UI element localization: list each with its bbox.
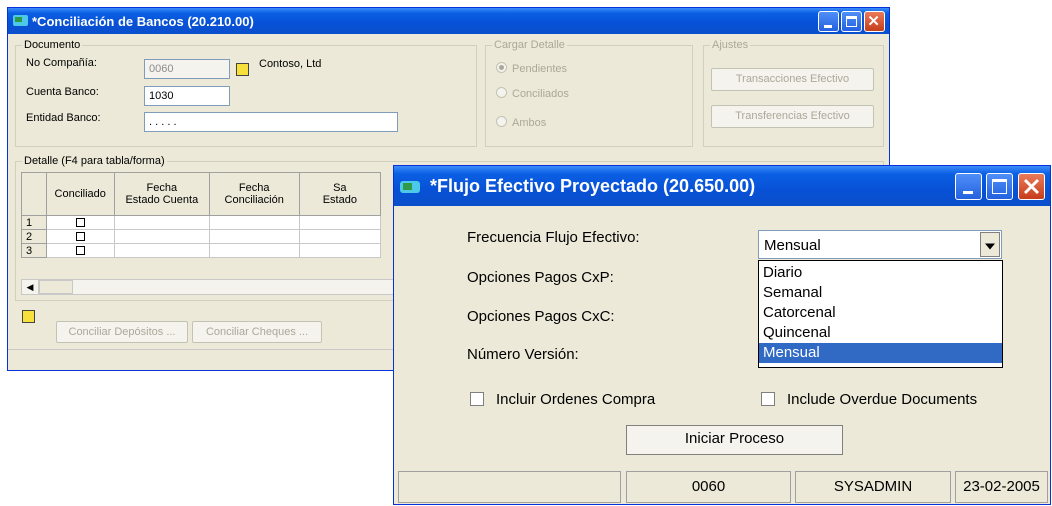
- row-number: 3: [21, 243, 47, 258]
- documento-frame: Documento No Compañía: 0060 Contoso, Ltd…: [15, 39, 477, 147]
- scroll-left-icon[interactable]: ◀: [22, 280, 39, 294]
- conciliar-depositos-button[interactable]: Conciliar Depósitos ...: [56, 321, 188, 343]
- status-company: 0060: [626, 471, 791, 503]
- radio-pendientes-label: Pendientes: [512, 63, 568, 75]
- radio-ambos-label: Ambos: [512, 117, 547, 129]
- ajustes-frame: Ajustes Transacciones Efectivo Transfere…: [703, 39, 884, 147]
- minimize-icon[interactable]: [955, 173, 982, 200]
- pagos-cxc-label: Opciones Pagos CxC:: [467, 308, 615, 325]
- ajustes-label: Ajustes: [710, 39, 751, 51]
- transferencias-efectivo-button[interactable]: Transferencias Efectivo: [711, 105, 874, 128]
- row-header-corner: [21, 172, 47, 216]
- entidad-banco-field[interactable]: . . . . .: [144, 112, 398, 132]
- dropdown-option-diario[interactable]: Diario: [759, 263, 1002, 283]
- title-bar[interactable]: *Flujo Efectivo Proyectado (20.650.00): [394, 166, 1050, 206]
- incluir-ordenes-label: Incluir Ordenes Compra: [496, 391, 656, 408]
- frecuencia-label: Frecuencia Flujo Efectivo:: [467, 229, 640, 246]
- lookup-icon[interactable]: [22, 310, 35, 323]
- dropdown-arrow-icon[interactable]: [980, 232, 1000, 257]
- close-icon[interactable]: [864, 11, 885, 32]
- table-row[interactable]: 2: [21, 229, 382, 244]
- frecuencia-dropdown-list[interactable]: Diario Semanal Catorcenal Quincenal Mens…: [758, 260, 1003, 368]
- iniciar-proceso-button[interactable]: Iniciar Proceso: [626, 425, 843, 455]
- include-overdue-label: Include Overdue Documents: [787, 391, 978, 408]
- lookup-icon[interactable]: [236, 63, 249, 76]
- radio-conciliados[interactable]: Conciliados: [496, 87, 569, 100]
- documento-label: Documento: [22, 39, 83, 51]
- numero-version-label: Número Versión:: [467, 346, 579, 363]
- horizontal-scrollbar[interactable]: ◀: [21, 279, 401, 295]
- radio-pendientes[interactable]: Pendientes: [496, 62, 567, 75]
- frecuencia-value: Mensual: [764, 237, 821, 254]
- cuenta-banco-label: Cuenta Banco:: [26, 86, 99, 98]
- detalle-table[interactable]: Conciliado Fecha Estado Cuenta Fecha Con…: [21, 172, 382, 258]
- incluir-ordenes-checkbox[interactable]: Incluir Ordenes Compra: [470, 391, 655, 408]
- status-cell-empty: [398, 471, 621, 503]
- status-date: 23-02-2005: [955, 471, 1048, 503]
- detalle-label: Detalle (F4 para tabla/forma): [22, 155, 167, 167]
- checkbox-box[interactable]: [470, 392, 484, 406]
- minimize-icon[interactable]: [818, 11, 839, 32]
- app-icon: [13, 15, 28, 26]
- app-icon: [400, 181, 420, 193]
- scroll-thumb[interactable]: [39, 280, 73, 294]
- checkbox-box[interactable]: [761, 392, 775, 406]
- col-conciliado[interactable]: Conciliado: [45, 172, 115, 216]
- row-number: 2: [21, 229, 47, 244]
- dropdown-option-mensual[interactable]: Mensual: [759, 343, 1002, 363]
- pagos-cxp-label: Opciones Pagos CxP:: [467, 269, 614, 286]
- cargar-detalle-frame: Cargar Detalle Pendientes Conciliados Am…: [485, 39, 693, 147]
- flujo-efectivo-window: *Flujo Efectivo Proyectado (20.650.00) F…: [393, 165, 1051, 505]
- col-fecha-estado-cuenta[interactable]: Fecha Estado Cuenta: [113, 172, 210, 216]
- title-bar[interactable]: *Conciliación de Bancos (20.210.00): [8, 8, 889, 34]
- table-row[interactable]: 3: [21, 243, 382, 258]
- radio-ambos[interactable]: Ambos: [496, 116, 546, 129]
- conciliado-checkbox[interactable]: [75, 232, 85, 242]
- row-number: 1: [21, 215, 47, 230]
- conciliado-checkbox[interactable]: [75, 246, 85, 256]
- radio-conciliados-label: Conciliados: [512, 88, 569, 100]
- window-title: *Flujo Efectivo Proyectado (20.650.00): [430, 176, 756, 196]
- window-title: *Conciliación de Bancos (20.210.00): [32, 14, 254, 29]
- company-name: Contoso, Ltd: [259, 58, 322, 70]
- col-saldo-estado[interactable]: Sa Estado: [298, 172, 382, 216]
- frecuencia-select[interactable]: Mensual: [758, 230, 1002, 259]
- include-overdue-checkbox[interactable]: Include Overdue Documents: [761, 391, 977, 408]
- transacciones-efectivo-button[interactable]: Transacciones Efectivo: [711, 68, 874, 91]
- cargar-detalle-label: Cargar Detalle: [492, 39, 567, 51]
- maximize-icon[interactable]: [986, 173, 1013, 200]
- maximize-icon[interactable]: [841, 11, 862, 32]
- no-compania-label: No Compañía:: [26, 57, 97, 69]
- conciliar-cheques-button[interactable]: Conciliar Cheques ...: [192, 321, 322, 343]
- dropdown-option-semanal[interactable]: Semanal: [759, 283, 1002, 303]
- entidad-banco-label: Entidad Banco:: [26, 112, 101, 124]
- dropdown-option-quincenal[interactable]: Quincenal: [759, 323, 1002, 343]
- cuenta-banco-field[interactable]: 1030: [144, 86, 230, 106]
- table-row[interactable]: 1: [21, 215, 382, 230]
- no-compania-field[interactable]: 0060: [144, 59, 230, 79]
- close-icon[interactable]: [1018, 173, 1045, 200]
- conciliado-checkbox[interactable]: [75, 218, 85, 228]
- col-fecha-conciliacion[interactable]: Fecha Conciliación: [208, 172, 300, 216]
- dropdown-option-catorcenal[interactable]: Catorcenal: [759, 303, 1002, 323]
- status-user: SYSADMIN: [795, 471, 951, 503]
